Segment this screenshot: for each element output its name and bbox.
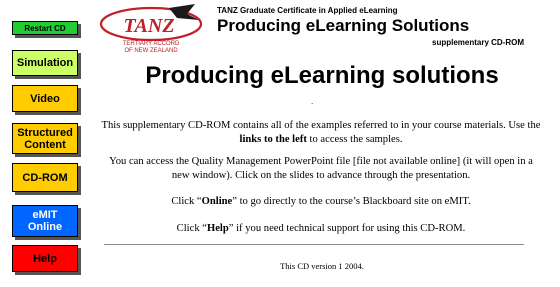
help-emphasis: Help <box>206 223 229 234</box>
online-text-end: ” to go directly to the course’s Blackbo… <box>232 196 471 207</box>
online-text-start: Click “ <box>171 196 202 207</box>
help-text-end: ” if you need technical support for usin… <box>228 223 466 234</box>
online-emphasis: Online <box>201 196 233 207</box>
version-footer: This CD version 1 2004. <box>280 261 364 271</box>
separator-dot: . <box>311 97 314 106</box>
emit-online-label-line1: eMIT <box>32 209 58 221</box>
video-button[interactable]: Video <box>12 85 78 112</box>
left-navigation: Restart CD Simulation Video Structured C… <box>0 0 86 287</box>
intro-text-end: to access the samples. <box>306 134 403 145</box>
logo-wordmark: TANZ <box>123 15 174 37</box>
certificate-caption: TANZ Graduate Certificate in Applied eLe… <box>217 6 398 15</box>
help-button[interactable]: Help <box>12 245 78 272</box>
video-label: Video <box>30 92 60 105</box>
help-paragraph: Click “Help” if you need technical suppo… <box>100 222 542 236</box>
intro-text-start: This supplementary CD-ROM contains all o… <box>101 120 541 131</box>
horizontal-divider <box>104 244 524 245</box>
header-title: Producing eLearning Solutions <box>217 16 470 35</box>
simulation-button[interactable]: Simulation <box>12 50 78 76</box>
powerpoint-paragraph: You can access the Quality Management Po… <box>109 156 533 181</box>
structured-content-label-line1: Structured <box>17 126 73 139</box>
intro-paragraph: This supplementary CD-ROM contains all o… <box>100 119 542 147</box>
cd-rom-label: CD-ROM <box>22 171 68 184</box>
tanz-logo: TANZ TERTIARY ACCORD OF NEW ZEALAND <box>99 4 203 54</box>
restart-cd-button[interactable]: Restart CD <box>12 21 78 35</box>
links-to-left-emphasis: links to the left <box>239 134 307 145</box>
help-label: Help <box>33 252 57 265</box>
emit-online-button[interactable]: eMIT Online <box>12 205 78 237</box>
logo-subtitle-line1: TERTIARY ACCORD <box>123 41 180 47</box>
header-subtitle: supplementary CD-ROM <box>432 38 525 47</box>
structured-content-label-line2: Content <box>24 138 66 151</box>
online-paragraph: Click “Online” to go directly to the cou… <box>100 195 542 209</box>
cd-rom-button[interactable]: CD-ROM <box>12 163 78 192</box>
help-text-start: Click “ <box>176 223 207 234</box>
emit-online-label-line2: Online <box>27 221 63 233</box>
structured-content-button[interactable]: Structured Content <box>12 123 78 154</box>
simulation-label: Simulation <box>16 57 74 69</box>
page-title: Producing eLearning solutions <box>145 62 499 89</box>
logo-subtitle-line2: OF NEW ZEALAND <box>124 48 178 54</box>
restart-cd-label: Restart CD <box>24 23 66 33</box>
